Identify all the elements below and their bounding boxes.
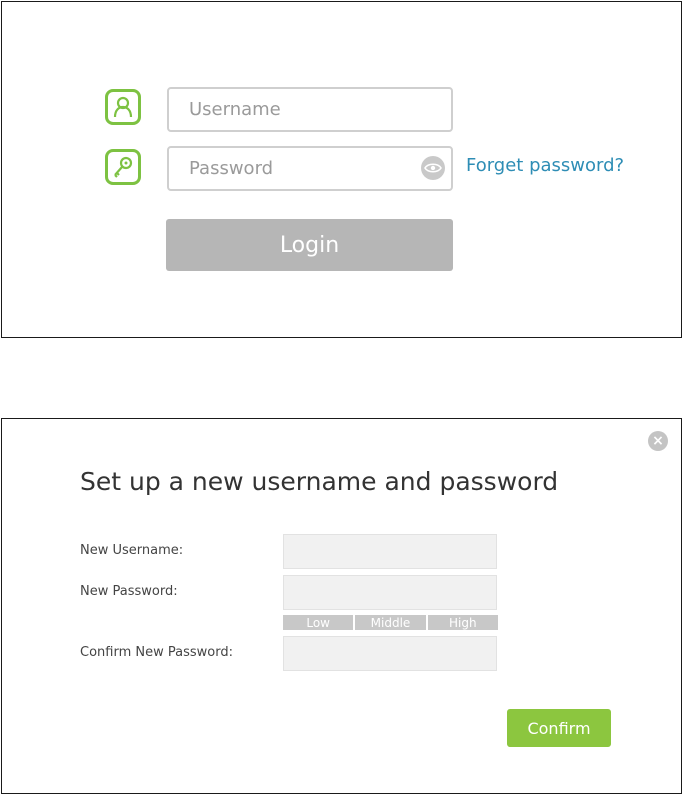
key-icon	[105, 149, 141, 185]
strength-low: Low	[283, 615, 354, 630]
username-input[interactable]: Username	[167, 87, 453, 132]
new-username-label: New Username:	[80, 543, 184, 558]
password-input[interactable]: Password	[167, 146, 453, 191]
login-button[interactable]: Login	[166, 219, 453, 271]
confirm-password-label: Confirm New Password:	[80, 645, 233, 660]
setup-title: Set up a new username and password	[80, 467, 559, 496]
new-password-label: New Password:	[80, 584, 178, 599]
close-icon[interactable]: ×	[648, 431, 668, 451]
password-strength-bar: Low Middle High	[283, 615, 498, 630]
username-placeholder: Username	[189, 99, 281, 120]
confirm-button[interactable]: Confirm	[507, 709, 611, 747]
strength-high: High	[427, 615, 498, 630]
strength-middle: Middle	[355, 615, 426, 630]
user-icon	[105, 89, 141, 125]
new-password-input[interactable]	[283, 575, 497, 610]
forget-password-link[interactable]: Forget password?	[466, 155, 624, 176]
new-username-input[interactable]	[283, 534, 497, 569]
eye-icon[interactable]	[421, 156, 445, 180]
password-placeholder: Password	[189, 158, 274, 179]
confirm-password-input[interactable]	[283, 636, 497, 671]
